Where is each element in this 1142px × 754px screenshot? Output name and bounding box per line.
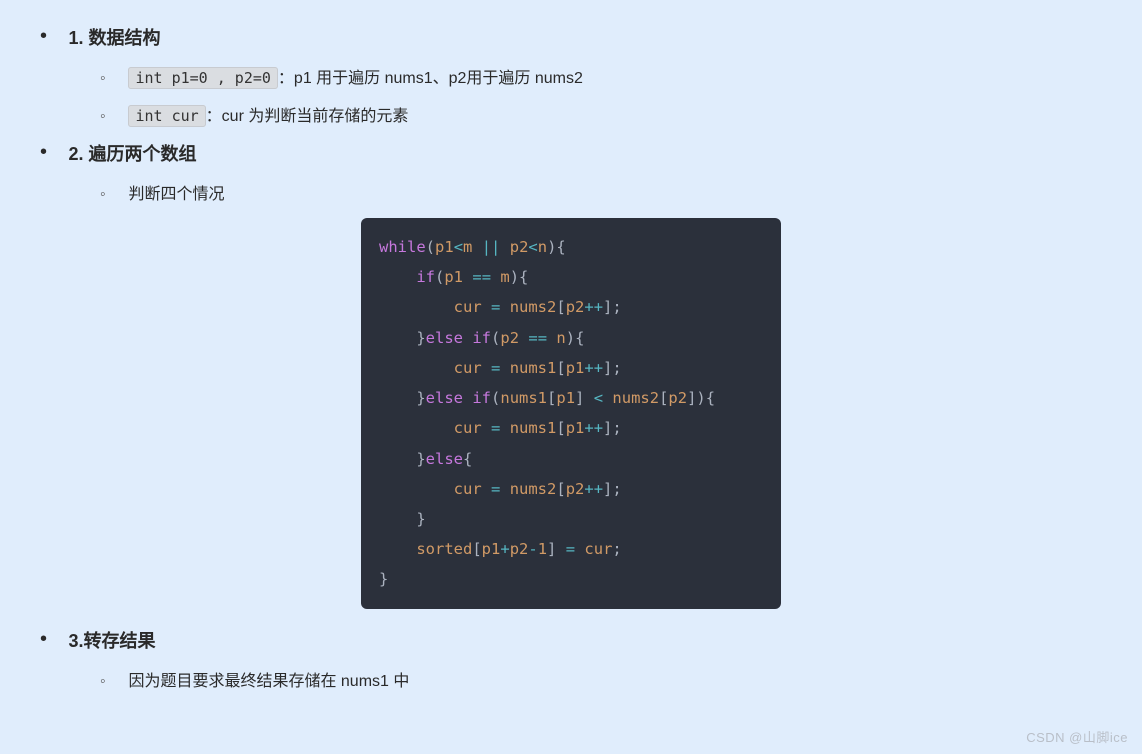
inline-code: int p1=0 , p2=0 <box>128 67 277 89</box>
code-block: while(p1<m || p2<n){ if(p1 == m){ cur = … <box>361 218 781 609</box>
item-desc: ：p1 用于遍历 nums1、p2用于遍历 nums2 <box>278 70 583 87</box>
item-desc: ：cur 为判断当前存储的元素 <box>206 108 409 125</box>
section-3-heading: 3.转存结果 <box>68 631 155 651</box>
section-1-item-0: int p1=0 , p2=0：p1 用于遍历 nums1、p2用于遍历 num… <box>100 64 1102 88</box>
section-3: 3.转存结果 因为题目要求最终结果存储在 nums1 中 <box>40 627 1102 691</box>
section-3-item-0: 因为题目要求最终结果存储在 nums1 中 <box>100 667 1102 691</box>
section-2-heading: 2. 遍历两个数组 <box>68 144 196 164</box>
document-body: 1. 数据结构 int p1=0 , p2=0：p1 用于遍历 nums1、p2… <box>0 0 1142 691</box>
section-1: 1. 数据结构 int p1=0 , p2=0：p1 用于遍历 nums1、p2… <box>40 24 1102 126</box>
item-text: 因为题目要求最终结果存储在 nums1 中 <box>128 673 409 690</box>
item-text: 判断四个情况 <box>128 186 224 203</box>
watermark: CSDN @山脚ice <box>1026 727 1128 746</box>
section-2-item-0: 判断四个情况 <box>100 180 1102 204</box>
inline-code: int cur <box>128 105 205 127</box>
section-1-heading: 1. 数据结构 <box>68 28 160 48</box>
section-1-item-1: int cur：cur 为判断当前存储的元素 <box>100 102 1102 126</box>
section-2: 2. 遍历两个数组 判断四个情况 while(p1<m || p2<n){ if… <box>40 140 1102 609</box>
code-block-wrap: while(p1<m || p2<n){ if(p1 == m){ cur = … <box>40 218 1102 609</box>
